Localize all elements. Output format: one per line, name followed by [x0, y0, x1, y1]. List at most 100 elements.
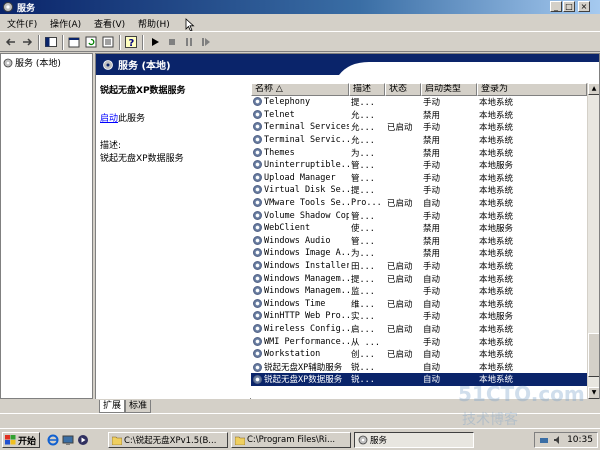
table-row[interactable]: Volume Shadow Copy 管... 手动 本地系统: [251, 209, 587, 222]
service-logon-cell: 本地系统: [479, 287, 514, 298]
service-startup-cell: 手动: [423, 287, 441, 298]
column-header-startup-type[interactable]: 启动类型: [421, 83, 477, 96]
menu-help[interactable]: 帮助(H): [138, 17, 170, 30]
header-curve-decoration: [339, 62, 599, 75]
maximize-button[interactable]: □: [563, 1, 575, 12]
table-row[interactable]: Virtual Disk Se... 提... 手动 本地系统: [251, 184, 587, 197]
menu-file[interactable]: 文件(F): [7, 17, 37, 30]
forward-arrow-icon[interactable]: [20, 35, 34, 49]
console-tree: 服务 (本地): [0, 53, 93, 399]
table-row[interactable]: Wireless Config... 启... 已启动 自动 本地系统: [251, 323, 587, 336]
description-panel: 锐起无盘XP数据服务 启动此服务 描述: 锐起无盘XP数据服务: [96, 75, 250, 399]
watermark-caption: 技术博客: [462, 412, 518, 428]
service-name-cell: Windows Managem...: [251, 286, 349, 296]
table-row[interactable]: Upload Manager 管... 手动 本地系统: [251, 172, 587, 185]
table-row[interactable]: Themes 为... 禁用 本地系统: [251, 146, 587, 159]
table-row[interactable]: Windows Time 维... 已启动 自动 本地系统: [251, 298, 587, 311]
service-gear-icon: [253, 311, 262, 321]
table-row[interactable]: Telephony 提... 手动 本地系统: [251, 96, 587, 109]
table-row[interactable]: 锐起无盘XP辅助服务 锐... 自动 本地系统: [251, 360, 587, 373]
table-row[interactable]: Windows Managem... 提... 已启动 自动 本地系统: [251, 272, 587, 285]
table-row[interactable]: Windows Audio 管... 禁用 本地系统: [251, 235, 587, 248]
service-logon-cell: 本地系统: [479, 148, 514, 159]
volume-icon[interactable]: [553, 435, 563, 445]
start-button[interactable]: 开始: [2, 432, 40, 448]
taskbar-item-services[interactable]: 服务: [354, 432, 474, 448]
table-row[interactable]: Terminal Servic... 允... 禁用 本地系统: [251, 134, 587, 147]
desktop-icon[interactable]: [62, 434, 74, 446]
service-desc-cell: 为...: [351, 148, 375, 159]
svg-text:?: ?: [129, 38, 135, 49]
table-row[interactable]: Terminal Services 允... 已启动 手动 本地系统: [251, 121, 587, 134]
network-icon[interactable]: [539, 435, 549, 445]
service-startup-cell: 禁用: [423, 148, 441, 159]
taskbar-item-folder-1[interactable]: C:\锐起无盘XPv1.5(B...: [108, 432, 228, 448]
show-hide-tree-icon[interactable]: [44, 35, 58, 49]
tree-item-services-local[interactable]: 服务 (本地): [3, 56, 61, 69]
service-startup-cell: 自动: [423, 324, 441, 335]
scroll-up-button[interactable]: ▲: [588, 83, 599, 95]
service-desc-cell: 为...: [351, 249, 375, 260]
pause-service-icon[interactable]: [182, 35, 196, 49]
export-list-icon[interactable]: [101, 35, 115, 49]
table-row[interactable]: Windows Managem... 监... 手动 本地系统: [251, 285, 587, 298]
service-logon-cell: 本地系统: [479, 362, 514, 373]
service-logon-cell: 本地系统: [479, 186, 514, 197]
start-service-link[interactable]: 启动: [100, 114, 118, 124]
start-service-icon[interactable]: [148, 35, 162, 49]
restart-service-icon[interactable]: [199, 35, 213, 49]
start-service-line: 启动此服务: [100, 111, 246, 124]
table-row[interactable]: Uninterruptible... 管... 手动 本地服务: [251, 159, 587, 172]
service-gear-icon: [253, 273, 262, 283]
taskbar-item-folder-2[interactable]: C:\Program Files\Ri...: [231, 432, 351, 448]
tab-standard[interactable]: 标准: [125, 400, 152, 413]
stop-service-icon[interactable]: [165, 35, 179, 49]
service-name-cell: Terminal Servic...: [251, 135, 349, 145]
column-header-status[interactable]: 状态: [385, 83, 421, 96]
media-icon[interactable]: [77, 434, 89, 446]
refresh-icon[interactable]: [84, 35, 98, 49]
toolbar: ?: [0, 31, 600, 52]
start-label: 开始: [18, 436, 37, 447]
column-header-description[interactable]: 描述: [349, 83, 385, 96]
scroll-down-button[interactable]: ▼: [588, 387, 599, 399]
menu-view[interactable]: 查看(V): [94, 17, 125, 30]
table-row[interactable]: Windows Installer 田... 已启动 手动 本地系统: [251, 260, 587, 273]
close-button[interactable]: ×: [578, 1, 590, 12]
table-row[interactable]: Windows Image A... 为... 禁用 本地系统: [251, 247, 587, 260]
properties-icon[interactable]: [67, 35, 81, 49]
menu-bar: 文件(F) 操作(A) 查看(V) 帮助(H): [0, 14, 600, 32]
service-gear-icon: [253, 135, 262, 145]
service-name-cell: WMI Performance...: [251, 336, 349, 347]
scroll-thumb[interactable]: [588, 333, 599, 377]
column-header-name[interactable]: 名称 △: [251, 83, 349, 96]
table-row[interactable]: WMI Performance... 从 ... 手动 本地系统: [251, 335, 587, 348]
table-row[interactable]: Workstation 创... 已启动 自动 本地系统: [251, 348, 587, 361]
service-gear-icon: [253, 286, 262, 296]
help-icon[interactable]: ?: [124, 35, 138, 49]
table-row[interactable]: WebClient 使... 禁用 本地服务: [251, 222, 587, 235]
service-desc-cell: Pro...: [351, 198, 382, 209]
service-name-cell: Virtual Disk Se...: [251, 185, 349, 195]
minimize-button[interactable]: _: [550, 1, 562, 12]
table-row[interactable]: WinHTTP Web Pro... 实... 手动 本地服务: [251, 310, 587, 323]
table-row[interactable]: VMware Tools Se... Pro... 已启动 自动 本地系统: [251, 197, 587, 210]
service-desc-cell: 维...: [351, 299, 375, 310]
clock[interactable]: 10:35: [567, 435, 593, 445]
service-gear-icon: [253, 160, 262, 170]
service-name-cell: Workstation: [251, 349, 349, 359]
ie-icon[interactable]: [47, 434, 59, 446]
service-startup-cell: 自动: [423, 199, 441, 210]
tab-extended[interactable]: 扩展: [99, 400, 126, 413]
service-desc-cell: 从 ...: [351, 337, 380, 348]
service-name-cell: WinHTTP Web Pro...: [251, 311, 349, 321]
column-header-logon-as[interactable]: 登录为: [477, 83, 587, 96]
start-service-suffix: 此服务: [118, 114, 146, 124]
service-desc-cell: 允...: [351, 123, 375, 134]
back-arrow-icon[interactable]: [4, 35, 18, 49]
menu-action[interactable]: 操作(A): [50, 17, 81, 30]
table-row[interactable]: Telnet 允... 禁用 本地系统: [251, 109, 587, 122]
vertical-scrollbar[interactable]: ▲ ▼: [587, 83, 599, 399]
service-logon-cell: 本地系统: [479, 173, 514, 184]
column-headers: 名称 △ 描述 状态 启动类型 登录为: [251, 83, 599, 96]
